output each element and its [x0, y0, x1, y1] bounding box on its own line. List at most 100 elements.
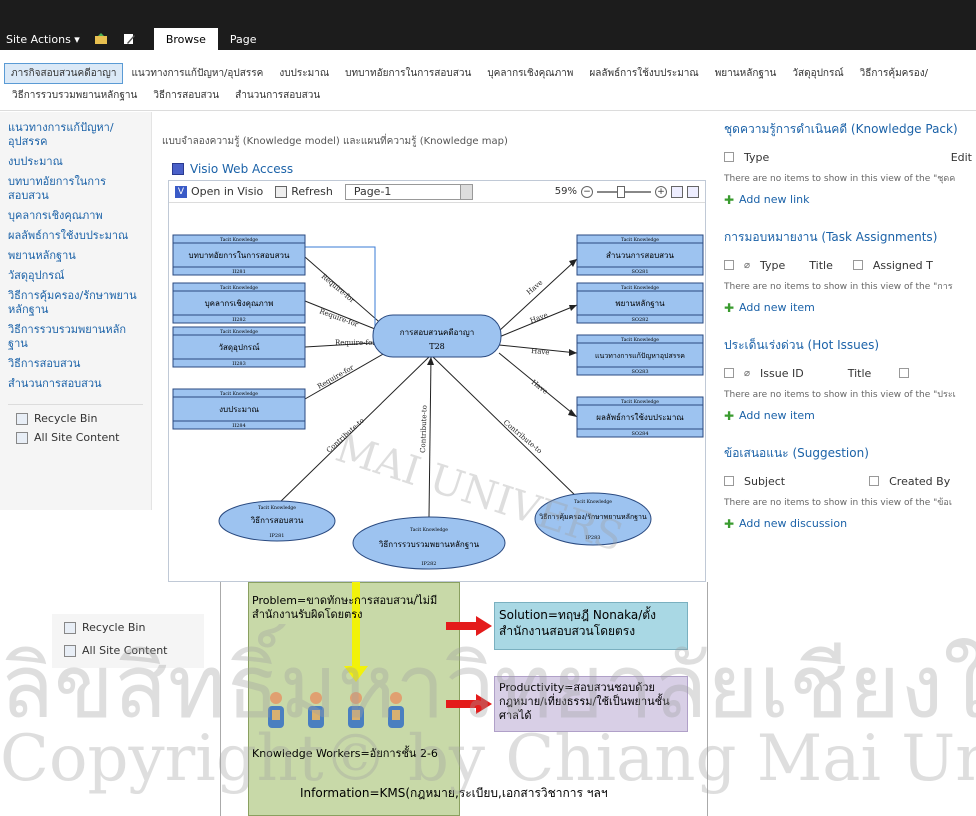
recycle-bin-link[interactable]: Recycle Bin — [52, 618, 204, 637]
bottom-node-2[interactable]: Tacit Knowledge วิธีการรวบรวมพยานหลักฐาน… — [352, 516, 506, 570]
column-checkbox[interactable] — [869, 476, 880, 486]
column-header[interactable]: Created By — [889, 475, 950, 488]
edit-page-icon[interactable] — [122, 32, 136, 46]
left-node-2[interactable]: Tacit Knowledge บุคลากรเชิงคุณภาพ II282 — [172, 282, 306, 324]
quicklaunch-item[interactable]: พยานหลักฐาน — [0, 246, 151, 266]
zoom-slider-knob[interactable] — [617, 185, 625, 198]
select-all-checkbox[interactable] — [724, 152, 734, 162]
node-head: Tacit Knowledge — [621, 285, 659, 291]
zoom-in-icon[interactable]: + — [655, 185, 667, 198]
column-header[interactable]: Subject — [744, 475, 785, 488]
tab-browse[interactable]: Browse — [153, 28, 218, 50]
topnav-item-protection[interactable]: วิธีการคุ้มครอง/ — [852, 66, 936, 81]
folder-up-icon[interactable] — [94, 32, 108, 46]
right-node-1[interactable]: Tacit Knowledge สำนวนการสอบสวน SO281 — [576, 234, 704, 276]
topnav-item-solution[interactable]: แนวทางการแก้ปัญหา/อุปสรรค — [123, 66, 271, 81]
column-checkbox[interactable] — [899, 368, 910, 378]
zoom-slider[interactable] — [597, 185, 651, 198]
quicklaunch-item[interactable]: ผลลัพธ์การใช้งบประมาณ — [0, 226, 151, 246]
left-node-4[interactable]: Tacit Knowledge งบประมาณ II284 — [172, 388, 306, 430]
quicklaunch-item[interactable]: วัสดุอุปกรณ์ — [0, 266, 151, 286]
column-header[interactable]: Title — [809, 259, 833, 272]
select-all-checkbox[interactable] — [724, 368, 734, 378]
add-new-item-link[interactable]: ✚ Add new item — [724, 409, 976, 422]
left-node-3[interactable]: Tacit Knowledge วัสดุอุปกรณ์ II283 — [172, 326, 306, 368]
webpart-title[interactable]: ข้อเสนอแนะ (Suggestion) — [724, 444, 976, 463]
node-title: วิธีการรวบรวมพยานหลักฐาน — [378, 540, 479, 549]
page-select[interactable]: Page-1 — [344, 183, 473, 200]
zoom-out-icon[interactable]: − — [581, 185, 593, 198]
site-actions-menu[interactable]: Site Actions ▾ — [0, 28, 142, 50]
quicklaunch-item[interactable]: บุคลากรเชิงคุณภาพ — [0, 206, 151, 226]
node-head: Tacit Knowledge — [621, 237, 659, 243]
topnav-item-budget-result[interactable]: ผลลัพธ์การใช้งบประมาณ — [581, 66, 706, 81]
column-header[interactable]: Type — [744, 151, 769, 164]
node-head: Tacit Knowledge — [220, 329, 258, 335]
webpart-title[interactable]: ประเด็นเร่งด่วน (Hot Issues) — [724, 336, 976, 355]
edge-label: Contribute-to — [419, 405, 429, 453]
column-header[interactable]: Type — [760, 259, 785, 272]
topnav-item-criminal-investigation[interactable]: ภารกิจสอบสวนคดีอาญา — [4, 62, 124, 84]
arrow-head — [569, 305, 577, 311]
select-all-checkbox[interactable] — [724, 260, 734, 270]
quicklaunch-item[interactable]: วิธีการสอบสวน — [0, 354, 151, 374]
quicklaunch-item[interactable]: วิธีการคุ้มครอง/รักษาพยานหลักฐาน — [0, 286, 151, 320]
node-code: II282 — [232, 317, 246, 323]
topnav-item-prosecutor-role[interactable]: บทบาทอัยการในการสอบสวน — [337, 66, 479, 81]
add-new-item-link[interactable]: ✚ Add new item — [724, 301, 976, 314]
topnav-item-budget[interactable]: งบประมาณ — [271, 66, 337, 81]
topnav-divider — [0, 110, 976, 111]
all-site-content-label: All Site Content — [34, 431, 120, 444]
column-checkbox[interactable] — [852, 260, 863, 270]
topnav-item-evidence-collection[interactable]: วิธีการรวบรวมพยานหลักฐาน — [4, 88, 145, 103]
bottom-node-1[interactable]: Tacit Knowledge วิธีการสอบสวน IP281 — [218, 500, 336, 542]
top-navigation: ภารกิจสอบสวนคดีอาญา แนวทางการแก้ปัญหา/อุ… — [0, 62, 976, 106]
node-title: สำนวนการสอบสวน — [606, 251, 675, 260]
left-node-1[interactable]: Tacit Knowledge บทบาทอัยการในการสอบสวน I… — [172, 234, 306, 276]
red-arrow-head — [476, 616, 492, 636]
refresh-button[interactable]: Refresh — [275, 185, 333, 198]
column-header[interactable]: Assigned T — [873, 259, 933, 272]
bottom-node-3[interactable]: Tacit Knowledge วิธีการคุ้มครอง/รักษาพยา… — [534, 492, 652, 546]
webpart-title[interactable]: การมอบหมายงาน (Task Assignments) — [724, 228, 976, 247]
recycle-bin-icon — [16, 412, 28, 425]
column-header[interactable]: Edit — [951, 151, 972, 164]
all-site-content-link[interactable]: All Site Content — [52, 641, 204, 660]
topnav-item-personnel[interactable]: บุคลากรเชิงคุณภาพ — [479, 66, 581, 81]
quicklaunch-item[interactable]: วิธีการรวบรวมพยานหลักฐาน — [0, 320, 151, 354]
quicklaunch-item[interactable]: งบประมาณ — [0, 152, 151, 172]
topnav-item-evidence[interactable]: พยานหลักฐาน — [707, 66, 785, 81]
quicklaunch-item[interactable]: บทบาทอัยการในการสอบสวน — [0, 172, 151, 206]
webpart-title[interactable]: Visio Web Access — [172, 162, 293, 176]
edge-label: Have — [529, 311, 549, 325]
all-site-content-link[interactable]: All Site Content — [0, 428, 151, 447]
right-node-3[interactable]: Tacit Knowledge แนวทางการแก้ปัญหาอุปสรรค… — [576, 334, 704, 376]
open-in-visio-button[interactable]: V Open in Visio — [175, 185, 263, 198]
plus-icon: ✚ — [724, 300, 735, 315]
add-new-link[interactable]: ✚ Add new link — [724, 193, 976, 206]
topnav-item-case-file[interactable]: สำนวนการสอบสวน — [227, 88, 328, 103]
fit-page-icon[interactable] — [671, 185, 683, 198]
panel-toggle-icon[interactable] — [687, 185, 699, 198]
topnav-item-equipment[interactable]: วัสดุอุปกรณ์ — [784, 66, 851, 81]
tab-page[interactable]: Page — [218, 28, 269, 50]
column-header[interactable]: Issue ID — [760, 367, 804, 380]
select-all-checkbox[interactable] — [724, 476, 734, 486]
recycle-bin-icon — [64, 621, 76, 634]
quicklaunch-item[interactable]: แนวทางการแก้ปัญหา/อุปสรรค — [0, 118, 151, 152]
right-node-2[interactable]: Tacit Knowledge พยานหลักฐาน SO282 — [576, 282, 704, 324]
quicklaunch-item[interactable]: สำนวนการสอบสวน — [0, 374, 151, 394]
webpart-title[interactable]: ชุดความรู้การดำเนินคดี (Knowledge Pack) — [724, 120, 976, 139]
center-node[interactable]: การสอบสวนคดีอาญา T28 — [372, 314, 502, 358]
plus-icon: ✚ — [724, 408, 735, 423]
productivity-box: Productivity=สอบสวนชอบด้วยกฎหมาย/เที่ยงธ… — [494, 676, 688, 732]
visio-webpart-icon — [172, 163, 184, 175]
add-new-discussion-link[interactable]: ✚ Add new discussion — [724, 517, 976, 530]
topnav-item-investigation-method[interactable]: วิธีการสอบสวน — [145, 88, 227, 103]
red-arrow-head — [476, 694, 492, 714]
column-header[interactable]: Title — [848, 367, 872, 380]
right-node-4[interactable]: Tacit Knowledge ผลลัพธ์การใช้งบประมาณ SO… — [576, 396, 704, 438]
recycle-bin-link[interactable]: Recycle Bin — [0, 409, 151, 428]
knowledge-map-diagram: Require-for Require-for Require-for Requ… — [172, 234, 704, 570]
node-title: วัสดุอุปกรณ์ — [218, 342, 260, 352]
